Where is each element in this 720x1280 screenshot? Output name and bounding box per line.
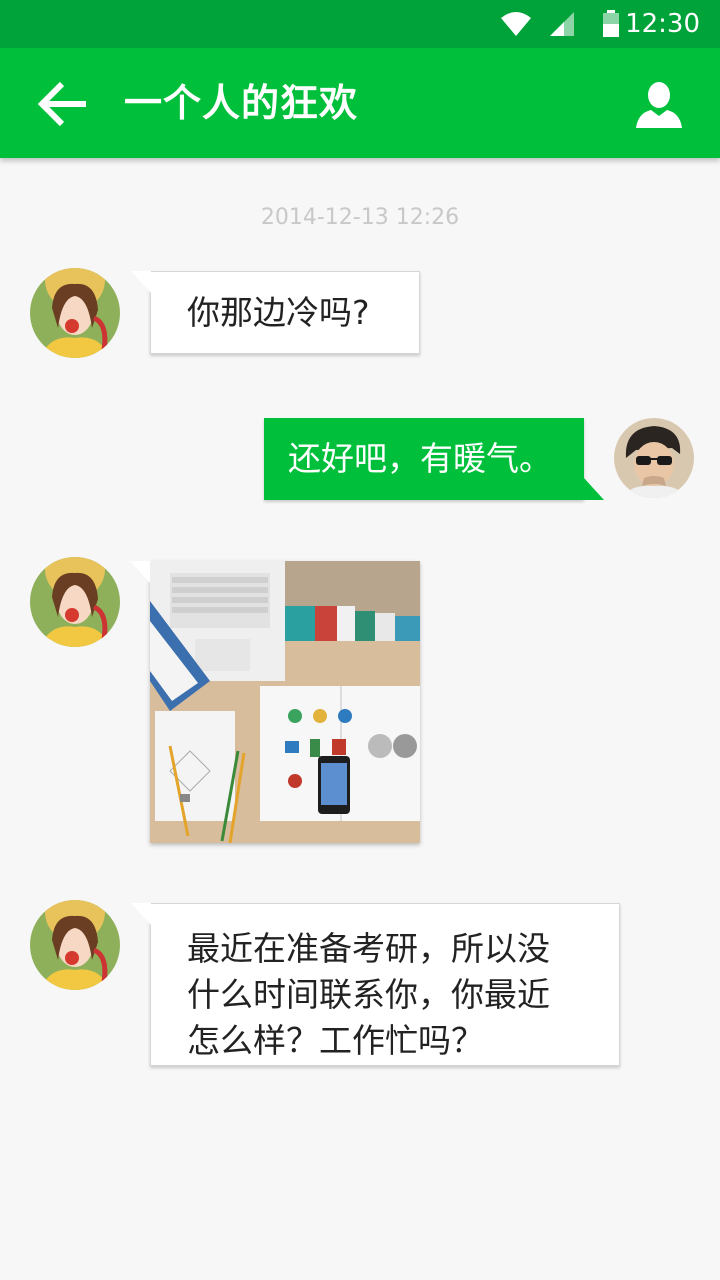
contact-avatar[interactable] (30, 268, 120, 358)
status-bar: 12:30 (0, 0, 720, 48)
incoming-message-bubble[interactable]: 最近在准备考研，所以没 什么时间联系你，你最近 怎么样？工作忙吗？ (131, 903, 620, 1066)
image-message[interactable] (130, 561, 420, 844)
message-text-line: 怎么样？工作忙吗？ (187, 1021, 484, 1060)
arrow-left-icon (37, 81, 86, 127)
person-icon (636, 82, 682, 128)
contact-avatar[interactable] (30, 557, 120, 647)
my-avatar[interactable] (614, 418, 694, 498)
chat-timestamp: 2014-12-13 12:26 (260, 205, 460, 230)
app-bar: 一个人的狂欢 (0, 48, 720, 158)
cell-signal-icon (548, 10, 576, 42)
contact-avatar[interactable] (30, 900, 120, 990)
message-text: 还好吧，有暖气。 (288, 439, 552, 478)
page-title: 一个人的狂欢 (124, 81, 359, 125)
incoming-message-bubble[interactable]: 你那边冷吗? (131, 271, 420, 354)
status-time: 12:30 (625, 9, 700, 39)
message-text-line: 什么时间联系你，你最近 (187, 975, 550, 1014)
desk-photo (150, 561, 420, 844)
profile-button[interactable] (634, 80, 684, 130)
bubble-tail (584, 478, 604, 500)
back-button[interactable] (36, 76, 92, 132)
bubble-tail (131, 903, 151, 925)
bubble-tail (130, 561, 150, 583)
battery-icon (602, 10, 620, 42)
message-text: 你那边冷吗? (187, 293, 370, 332)
wifi-icon (500, 10, 532, 42)
message-text-line: 最近在准备考研，所以没 (187, 929, 550, 968)
outgoing-message-bubble[interactable]: 还好吧，有暖气。 (264, 418, 604, 500)
bubble-tail (131, 271, 151, 293)
